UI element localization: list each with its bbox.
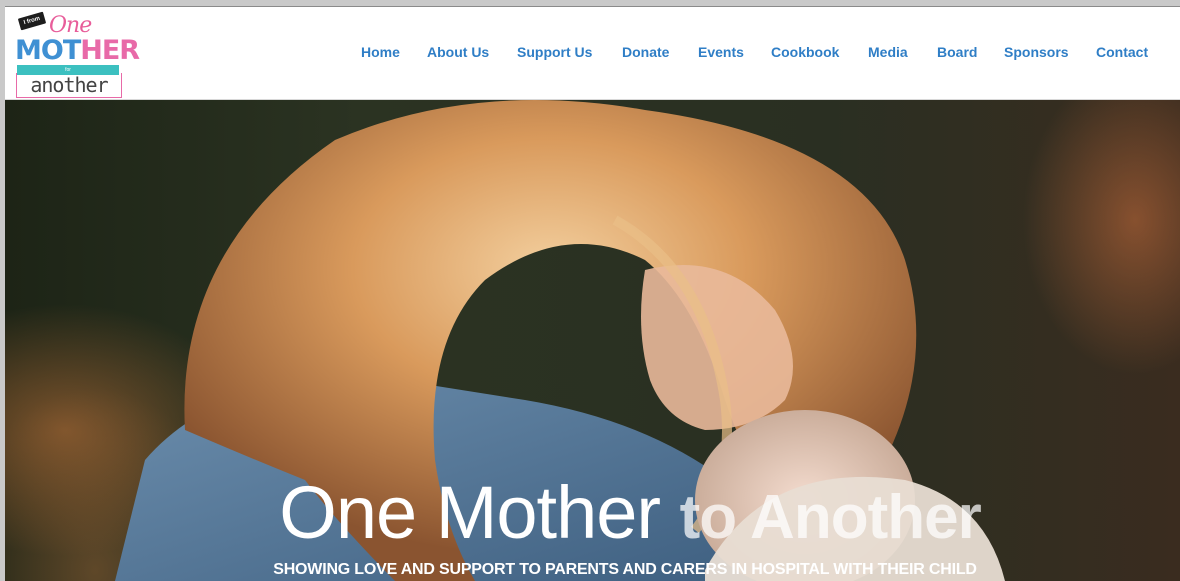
logo-another-text: another: [16, 73, 122, 98]
hero-banner: One Mother to Another SHOWING LOVE AND S…: [5, 100, 1180, 581]
hero-title-part2: to Another: [679, 483, 982, 552]
hero-title-part1: One Mother: [279, 471, 680, 554]
nav-home[interactable]: Home: [361, 44, 400, 60]
nav-support-us[interactable]: Support Us: [517, 44, 592, 60]
main-nav: Home About Us Support Us Donate Events C…: [5, 44, 1180, 64]
hero-subtitle: SHOWING LOVE AND SUPPORT TO PARENTS AND …: [273, 561, 977, 578]
nav-donate[interactable]: Donate: [622, 44, 669, 60]
site-header: I from One MOTHER for another Home About…: [5, 7, 1180, 100]
logo-tag: I from: [17, 11, 47, 31]
nav-media[interactable]: Media: [868, 44, 908, 60]
nav-board[interactable]: Board: [937, 44, 977, 60]
nav-contact[interactable]: Contact: [1096, 44, 1148, 60]
browser-page: I from One MOTHER for another Home About…: [5, 6, 1180, 581]
nav-cookbook[interactable]: Cookbook: [771, 44, 839, 60]
nav-sponsors[interactable]: Sponsors: [1004, 44, 1069, 60]
nav-events[interactable]: Events: [698, 44, 744, 60]
nav-about-us[interactable]: About Us: [427, 44, 489, 60]
hero-title: One Mother to Another: [5, 470, 1180, 555]
